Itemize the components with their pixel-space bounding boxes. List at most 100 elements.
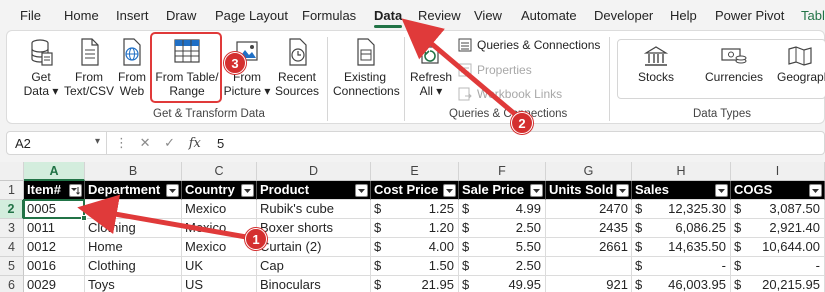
table-cell[interactable]: Clothing: [85, 219, 182, 238]
filter-dropdown-icon[interactable]: [809, 184, 822, 197]
table-cell[interactable]: $14,635.50: [632, 238, 731, 257]
filter-dropdown-icon[interactable]: [166, 184, 179, 197]
table-cell[interactable]: UK: [182, 257, 257, 276]
table-cell[interactable]: $6,086.25: [632, 219, 731, 238]
column-header-e[interactable]: E: [371, 162, 459, 181]
row-header-4[interactable]: 4: [0, 238, 24, 257]
menu-tab-draw[interactable]: Draw: [166, 8, 196, 23]
table-cell[interactable]: 0029: [24, 276, 85, 292]
row-header-2[interactable]: 2: [0, 200, 24, 219]
table-header-cell[interactable]: Department: [85, 181, 182, 200]
menu-tab-home[interactable]: Home: [64, 8, 99, 23]
menu-tab-formulas[interactable]: Formulas: [302, 8, 356, 23]
row-header-3[interactable]: 3: [0, 219, 24, 238]
menu-tab-power-pivot[interactable]: Power Pivot: [715, 8, 784, 23]
table-cell[interactable]: 2435: [546, 219, 632, 238]
from-text-csv-button[interactable]: From Text/CSV: [63, 37, 115, 98]
menu-tab-file[interactable]: File: [20, 8, 41, 23]
table-cell[interactable]: $10,644.00: [731, 238, 825, 257]
column-header-c[interactable]: C: [182, 162, 257, 181]
menu-tab-developer[interactable]: Developer: [594, 8, 653, 23]
table-header-cell[interactable]: COGS: [731, 181, 825, 200]
table-cell[interactable]: $20,215.95: [731, 276, 825, 292]
filter-dropdown-icon[interactable]: [530, 184, 543, 197]
enter-icon[interactable]: ✓: [164, 135, 175, 150]
menu-tab-data[interactable]: Data: [374, 8, 403, 28]
table-cell[interactable]: $2.50: [459, 257, 546, 276]
table-cell[interactable]: $4.99: [459, 200, 546, 219]
table-cell[interactable]: Toys: [85, 276, 182, 292]
table-cell[interactable]: $1.20: [371, 219, 459, 238]
table-cell[interactable]: $46,003.95: [632, 276, 731, 292]
table-header-cell[interactable]: Cost Price: [371, 181, 459, 200]
table-header-cell[interactable]: Item#: [24, 181, 85, 200]
table-cell[interactable]: $ -: [632, 257, 731, 276]
currencies-button[interactable]: Currencies: [701, 45, 767, 84]
table-cell[interactable]: $2.50: [459, 219, 546, 238]
table-cell[interactable]: $5.50: [459, 238, 546, 257]
queries-connections-button[interactable]: Queries & Connections: [457, 37, 600, 53]
recent-sources-button[interactable]: Recent Sources: [273, 37, 321, 98]
table-cell[interactable]: $ -: [731, 257, 825, 276]
menu-tab-review[interactable]: Review: [418, 8, 461, 23]
workbook-links-button[interactable]: Workbook Links: [457, 86, 562, 102]
table-cell[interactable]: Curtain (2): [257, 238, 371, 257]
column-header-g[interactable]: G: [546, 162, 632, 181]
get-data-button[interactable]: Get Data ▾: [21, 37, 61, 98]
existing-connections-button[interactable]: Existing Connections: [333, 37, 400, 98]
table-header-cell[interactable]: Country: [182, 181, 257, 200]
table-cell[interactable]: $2,921.40: [731, 219, 825, 238]
table-cell[interactable]: 2661: [546, 238, 632, 257]
table-header-cell[interactable]: Product: [257, 181, 371, 200]
chevron-down-icon[interactable]: ▾: [95, 136, 100, 147]
menu-tab-automate[interactable]: Automate: [521, 8, 577, 23]
row-header-5[interactable]: 5: [0, 257, 24, 276]
table-cell[interactable]: 0016: [24, 257, 85, 276]
table-cell[interactable]: $21.95: [371, 276, 459, 292]
table-cell[interactable]: 921: [546, 276, 632, 292]
sort-filter-icon[interactable]: [69, 184, 82, 197]
refresh-all-button[interactable]: Refresh All ▾: [409, 41, 453, 98]
table-cell[interactable]: US: [182, 276, 257, 292]
formula-input[interactable]: 5: [217, 136, 224, 151]
row-header-6[interactable]: 6: [0, 276, 24, 292]
filter-dropdown-icon[interactable]: [715, 184, 728, 197]
table-cell[interactable]: Toys: [85, 200, 182, 219]
table-cell[interactable]: Home: [85, 238, 182, 257]
column-header-f[interactable]: F: [459, 162, 546, 181]
table-cell[interactable]: Cap: [257, 257, 371, 276]
table-cell[interactable]: 0011: [24, 219, 85, 238]
stocks-button[interactable]: Stocks: [631, 45, 681, 84]
menu-tab-help[interactable]: Help: [670, 8, 697, 23]
filter-dropdown-icon[interactable]: [355, 184, 368, 197]
filter-dropdown-icon[interactable]: [616, 184, 629, 197]
table-cell[interactable]: $1.25: [371, 200, 459, 219]
table-cell[interactable]: $3,087.50: [731, 200, 825, 219]
table-cell[interactable]: 0012: [24, 238, 85, 257]
select-all-corner[interactable]: [0, 162, 24, 181]
table-cell[interactable]: 2470: [546, 200, 632, 219]
menu-tab-tabl[interactable]: Tabl: [801, 8, 825, 23]
insert-function-icon[interactable]: fx: [189, 136, 201, 151]
geography-button[interactable]: Geography: [777, 45, 825, 84]
menu-tab-view[interactable]: View: [474, 8, 502, 23]
column-header-d[interactable]: D: [257, 162, 371, 181]
fill-handle[interactable]: [81, 215, 87, 221]
cancel-icon[interactable]: ✕: [140, 135, 151, 150]
menu-tab-page-layout[interactable]: Page Layout: [215, 8, 288, 23]
from-web-button[interactable]: From Web: [117, 37, 147, 98]
table-header-cell[interactable]: Sales: [632, 181, 731, 200]
column-header-h[interactable]: H: [632, 162, 731, 181]
menu-tab-insert[interactable]: Insert: [116, 8, 149, 23]
name-box[interactable]: A2: [7, 132, 107, 154]
filter-dropdown-icon[interactable]: [241, 184, 254, 197]
table-cell[interactable]: [546, 257, 632, 276]
table-header-cell[interactable]: Sale Price: [459, 181, 546, 200]
table-cell[interactable]: Mexico: [182, 200, 257, 219]
properties-button[interactable]: Properties: [457, 62, 532, 78]
table-cell[interactable]: Clothing: [85, 257, 182, 276]
table-cell[interactable]: $49.95: [459, 276, 546, 292]
table-cell[interactable]: $12,325.30: [632, 200, 731, 219]
table-cell[interactable]: Rubik's cube: [257, 200, 371, 219]
table-cell[interactable]: Boxer shorts: [257, 219, 371, 238]
